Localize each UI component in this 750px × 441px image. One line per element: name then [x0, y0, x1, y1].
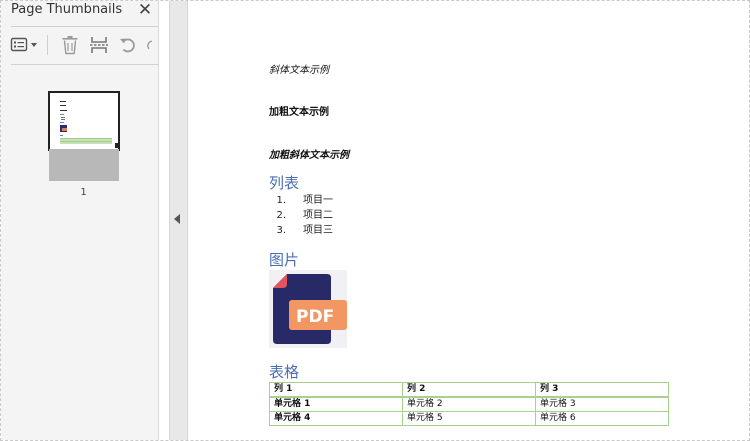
bold-italic-text: 加粗斜体文本示例 [269, 150, 349, 161]
rotate-cw-button[interactable] [143, 33, 158, 57]
table-heading: 表格 [269, 363, 300, 381]
table-cell: 单元格 5 [402, 411, 536, 426]
extract-page-button[interactable] [87, 33, 111, 57]
extract-page-icon [90, 37, 108, 53]
delete-page-button[interactable] [59, 33, 81, 57]
rotate-ccw-button[interactable] [117, 33, 139, 57]
pdf-logo-image: PDF [269, 270, 347, 348]
close-panel-button[interactable]: ✕ [136, 1, 154, 19]
table-header-cell: 列 1 [269, 382, 403, 398]
table-cell: 单元格 4 [269, 411, 403, 426]
rotate-cw-icon [147, 40, 153, 50]
page-thumbnail[interactable] [48, 91, 120, 182]
thumbnail-preview [48, 91, 120, 151]
thumbnails-toolbar [1, 29, 158, 61]
thumbnail-page-number: 1 [80, 187, 87, 198]
panel-splitter[interactable] [169, 1, 188, 440]
list-options-icon [10, 37, 37, 52]
numbered-list: 1. 项目一 2. 项目二 3. 项目三 [269, 193, 333, 238]
thumbnail-miniature [60, 101, 112, 144]
divider [11, 64, 158, 65]
thumbnails-panel: Page Thumbnails ✕ 1 [1, 1, 159, 440]
document-page: 斜体文本示例 加粗文本示例 加粗斜体文本示例 列表 1. 项目一 2. 项目二 3.… [188, 1, 749, 440]
panel-header: Page Thumbnails ✕ [1, 1, 158, 23]
table-row: 单元格 1 单元格 2 单元格 3 [269, 396, 669, 412]
table-header-cell: 列 3 [535, 382, 669, 398]
app-window: Page Thumbnails ✕ 1 斜体文本示例 加粗文本示例 加粗斜体文本… [0, 0, 750, 441]
panel-title: Page Thumbnails [11, 2, 123, 17]
thumbnail-options-button[interactable] [9, 33, 43, 57]
toolbar-divider [47, 35, 48, 55]
thumbnail-page-area [49, 149, 119, 181]
table-header-cell: 列 2 [402, 382, 536, 398]
table-row: 单元格 4 单元格 5 单元格 6 [269, 411, 669, 426]
data-table: 列 1 列 2 列 3 单元格 1 单元格 2 单元格 3 单元格 4 单元格 … [269, 382, 669, 426]
table-cell: 单元格 1 [269, 396, 403, 412]
rotate-ccw-icon [120, 38, 135, 53]
pdf-logo-text: PDF [296, 307, 334, 327]
list-item: 2. 项目二 [276, 210, 333, 221]
divider [11, 26, 158, 27]
table-cell: 单元格 6 [535, 411, 669, 426]
bold-text: 加粗文本示例 [269, 107, 329, 118]
list-item: 1. 项目一 [276, 195, 333, 206]
image-heading: 图片 [269, 251, 300, 269]
list-item: 3. 项目三 [276, 225, 333, 236]
table-cell: 单元格 3 [535, 396, 669, 412]
table-header-row: 列 1 列 2 列 3 [269, 382, 669, 398]
list-heading: 列表 [269, 174, 300, 192]
collapse-panel-icon[interactable] [174, 214, 180, 224]
thumbnail-resize-handle[interactable] [115, 143, 120, 148]
italic-text: 斜体文本示例 [269, 65, 329, 76]
trash-icon [62, 36, 78, 55]
table-cell: 单元格 2 [402, 396, 536, 412]
